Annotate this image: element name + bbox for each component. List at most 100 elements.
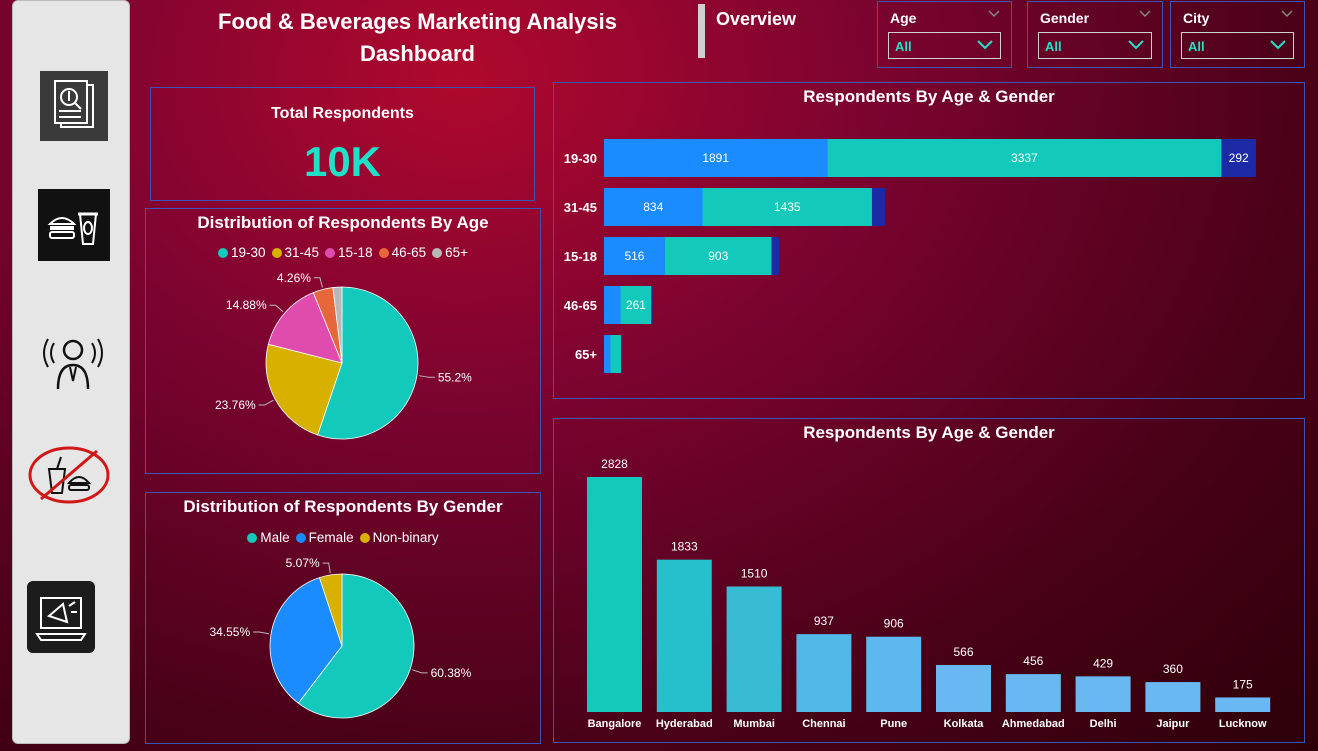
- age-pie-legend-item[interactable]: 15-18: [325, 245, 373, 260]
- nav-marketing[interactable]: [27, 581, 95, 653]
- gender-pie-leader-line: [322, 562, 331, 574]
- age-gender-bar-data-label: 516: [624, 249, 644, 263]
- legend-swatch: [325, 247, 336, 258]
- age-pie-data-label: 55.2%: [438, 370, 472, 384]
- city-bar[interactable]: [1145, 682, 1201, 712]
- gender-pie-legend-item[interactable]: Non-binary: [359, 530, 439, 545]
- chevron-down-icon[interactable]: [987, 8, 1001, 18]
- city-bar[interactable]: [587, 476, 642, 712]
- age-pie-chart: 55.2% 23.76% 14.88% 4.26%: [215, 271, 472, 440]
- age-gender-bar-chart: 19-30 1891 3337 292 31-45 834 1435 15-18 516 903 4…: [564, 139, 1256, 373]
- age-pie-legend-item[interactable]: 31-45: [271, 245, 320, 260]
- legend-swatch: [432, 247, 443, 258]
- food-drink-icon: [47, 212, 98, 245]
- age-filter[interactable]: Age All: [877, 1, 1012, 68]
- city-bar[interactable]: [1215, 697, 1271, 712]
- gender-filter-label: Gender: [1040, 10, 1090, 26]
- page-title: Food & Beverages Marketing Analysis Dash…: [218, 9, 617, 66]
- city-bar[interactable]: [1005, 674, 1061, 712]
- age-gender-bar-title: Respondents By Age & Gender: [803, 87, 1055, 106]
- chevron-down-icon: [1128, 40, 1144, 50]
- gender-pie-chart: 60.38% 34.55% 5.07%: [209, 556, 472, 719]
- nav-no-junk-food[interactable]: [27, 445, 111, 505]
- gender-pie-leader-line: [411, 669, 428, 674]
- age-gender-bar-data-label: 292: [1229, 151, 1249, 165]
- kpi-value: 10K: [303, 138, 382, 185]
- city-bar-data-label: 456: [1023, 654, 1043, 668]
- city-axis-tick-label: Lucknow: [1219, 718, 1267, 730]
- age-gender-bar-segment[interactable]: [610, 335, 622, 373]
- megaphone-laptop-icon: [35, 597, 87, 641]
- gender-pie-legend-item[interactable]: Male: [247, 530, 290, 545]
- age-axis-tick-label: 31-45: [564, 200, 597, 215]
- gender-pie-data-label: 5.07%: [286, 556, 320, 570]
- gender-pie-data-label: 34.55%: [209, 625, 250, 639]
- gender-filter[interactable]: Gender All: [1027, 1, 1163, 68]
- age-pie-leader-line: [418, 375, 435, 378]
- age-gender-bar-panel: Respondents By Age & Gender 19-30 1891 333…: [553, 82, 1305, 399]
- age-pie-panel: Distribution of Respondents By Age 19-30…: [145, 208, 541, 474]
- nav-food-drink[interactable]: [38, 189, 110, 261]
- nav-speaker[interactable]: [37, 331, 109, 393]
- gender-pie-leader-line: [253, 631, 270, 635]
- age-pie-leader-line: [269, 304, 284, 313]
- age-gender-bar-segment[interactable]: [651, 286, 653, 324]
- legend-label: 46-65: [391, 245, 427, 260]
- age-gender-bar-segment[interactable]: [771, 237, 780, 275]
- age-pie-data-label: 23.76%: [215, 398, 256, 412]
- city-bar-data-label: 937: [814, 614, 834, 628]
- age-gender-bar-data-label: 834: [643, 200, 663, 214]
- age-gender-bar-segment[interactable]: [604, 286, 621, 324]
- legend-label: 31-45: [284, 245, 320, 260]
- age-pie-legend: 19-30 31-45 15-18 46-65 65+: [146, 245, 540, 261]
- gender-pie-title: Distribution of Respondents By Gender: [183, 497, 503, 516]
- city-bar[interactable]: [796, 634, 852, 712]
- city-bar[interactable]: [936, 664, 991, 712]
- age-pie-data-label: 4.26%: [277, 271, 311, 285]
- city-bar-data-label: 175: [1233, 677, 1253, 691]
- legend-swatch: [247, 532, 258, 543]
- page-label-overview[interactable]: Overview: [716, 9, 796, 30]
- chevron-down-icon[interactable]: [1280, 8, 1294, 18]
- age-filter-select[interactable]: All: [888, 32, 1001, 59]
- city-bar-data-label: 906: [884, 617, 904, 631]
- city-bar-data-label: 1833: [671, 540, 698, 554]
- legend-label: 15-18: [338, 245, 373, 260]
- gender-pie-data-label: 60.38%: [431, 666, 472, 680]
- header-divider: [698, 4, 705, 58]
- city-filter-select[interactable]: All: [1181, 32, 1294, 59]
- city-bar-title: Respondents By Age & Gender: [803, 423, 1055, 442]
- city-filter[interactable]: City All: [1170, 1, 1305, 68]
- gender-filter-select[interactable]: All: [1038, 32, 1152, 59]
- city-bar-data-label: 1510: [741, 567, 768, 581]
- age-axis-tick-label: 46-65: [564, 298, 597, 313]
- city-bar[interactable]: [866, 636, 922, 712]
- age-gender-bar-data-label: 261: [626, 298, 646, 312]
- city-bar[interactable]: [1075, 676, 1131, 712]
- age-pie-legend-item[interactable]: 65+: [432, 245, 468, 260]
- city-filter-value: All: [1188, 39, 1205, 54]
- age-axis-tick-label: 15-18: [564, 249, 597, 264]
- gender-pie-legend: Male Female Non-binary: [146, 530, 540, 546]
- chevron-down-icon: [977, 40, 993, 50]
- age-gender-bar-segment[interactable]: [871, 188, 885, 226]
- age-pie-title: Distribution of Respondents By Age: [197, 213, 489, 232]
- chevron-down-icon: [1270, 40, 1286, 50]
- city-axis-tick-label: Chennai: [802, 718, 845, 730]
- city-bar-data-label: 360: [1163, 662, 1183, 676]
- age-pie-legend-item[interactable]: 19-30: [217, 245, 266, 260]
- legend-label: 65+: [445, 245, 469, 260]
- city-bar[interactable]: [656, 559, 712, 712]
- chevron-down-icon[interactable]: [1138, 8, 1152, 18]
- city-bar-panel: Respondents By Age & Gender 2828 Bangalor…: [553, 418, 1305, 743]
- city-axis-tick-label: Mumbai: [733, 718, 775, 730]
- gender-pie-legend-item[interactable]: Female: [295, 530, 354, 545]
- legend-swatch: [295, 532, 306, 543]
- age-pie-legend-item[interactable]: 46-65: [378, 245, 427, 260]
- nav-report[interactable]: [40, 71, 108, 141]
- age-gender-bar-segment[interactable]: [604, 335, 611, 373]
- age-filter-value: All: [895, 39, 912, 54]
- city-bar-data-label: 429: [1093, 656, 1113, 670]
- city-bar[interactable]: [726, 586, 782, 712]
- age-gender-bar-data-label: 1891: [702, 151, 729, 165]
